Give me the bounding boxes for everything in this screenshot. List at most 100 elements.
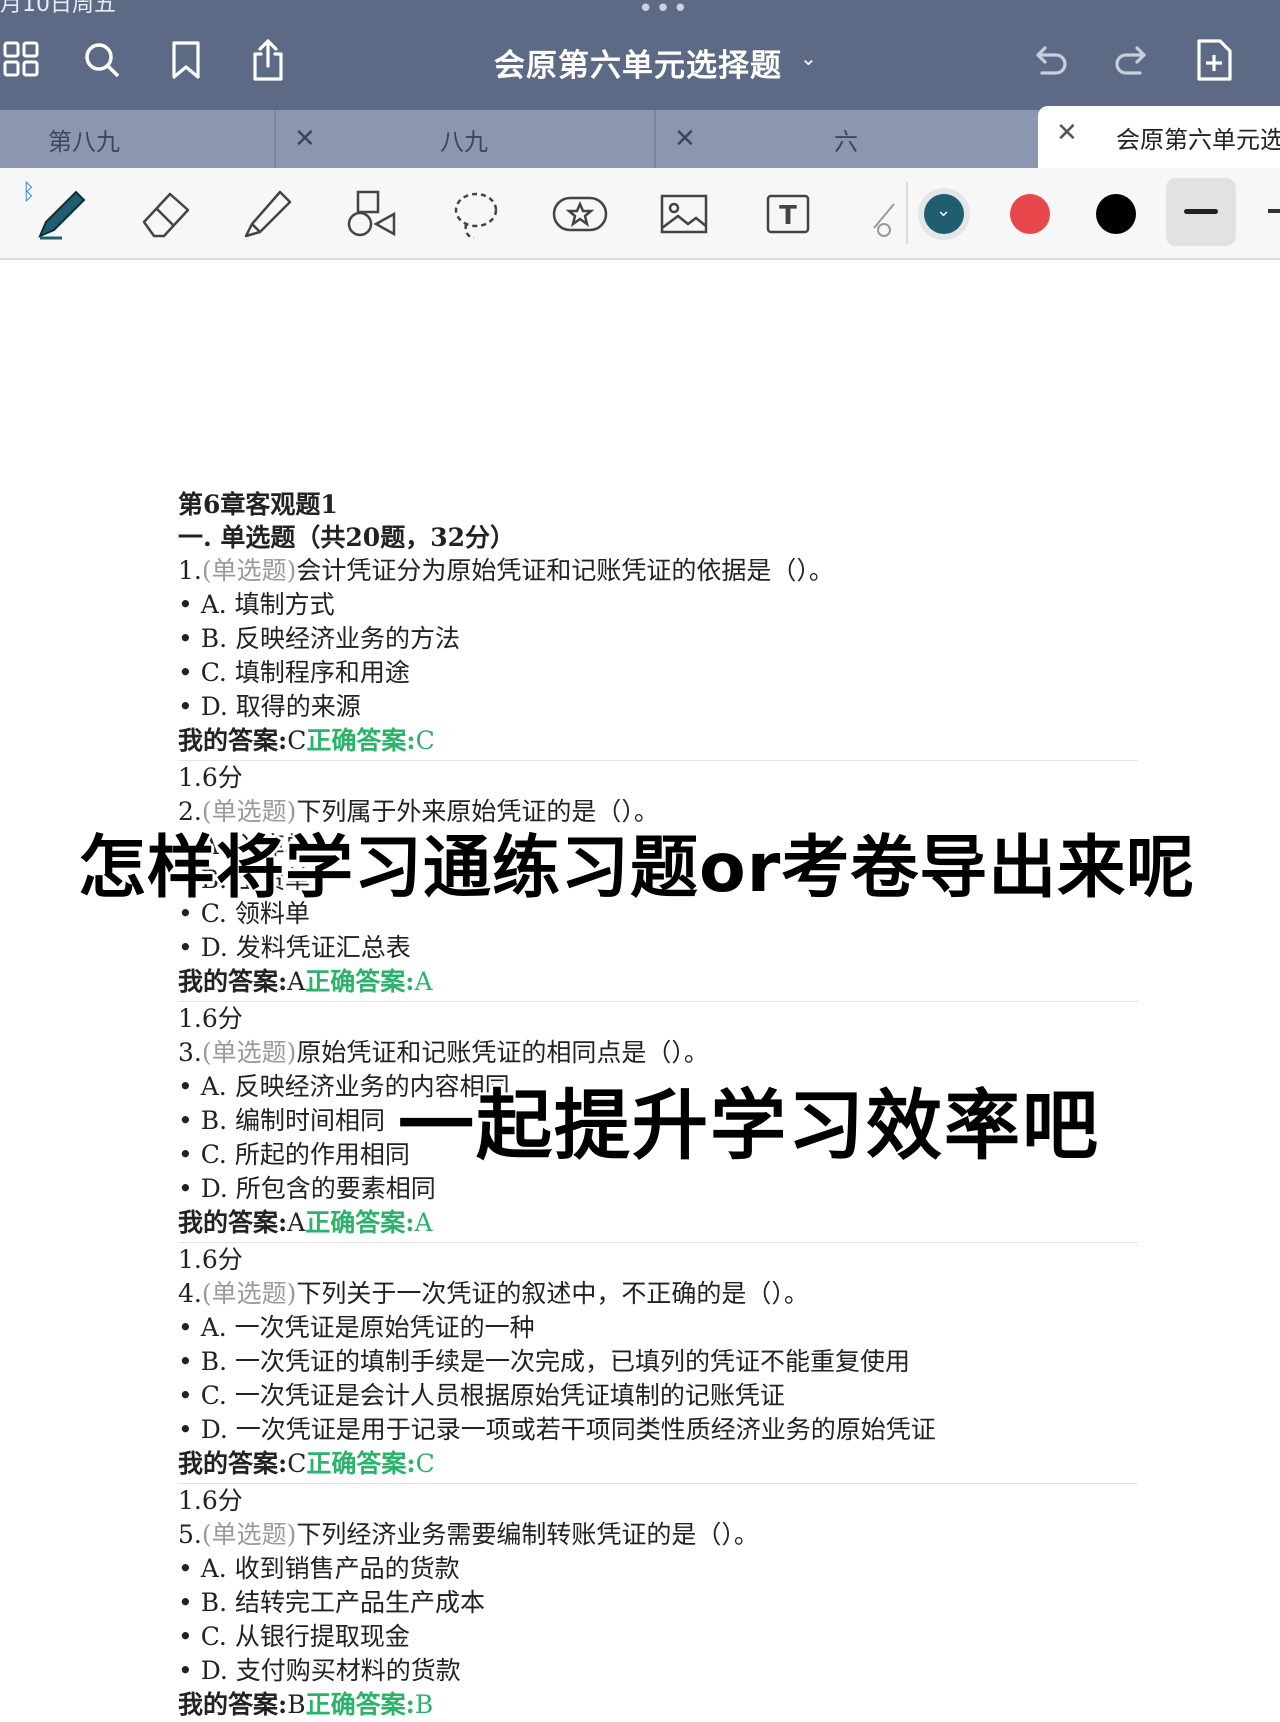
tab-1[interactable]: 第八九 bbox=[48, 110, 120, 168]
tab-2-close-icon[interactable]: ✕ bbox=[294, 124, 316, 154]
option-item: • D. 支付购买材料的货款 bbox=[178, 1656, 461, 1685]
correct-answer-value: C bbox=[415, 1449, 435, 1478]
option-item: • A. 填制方式 bbox=[178, 590, 335, 619]
correct-answer-label: 正确答案: bbox=[305, 1690, 415, 1719]
my-answer-label: 我的答案: bbox=[178, 726, 288, 755]
tab-3[interactable]: 六 bbox=[834, 110, 858, 168]
question-type-tag: (单选题) bbox=[201, 1038, 297, 1067]
overlay-caption-1: 怎样将学习通练习题or考卷导出来呢 bbox=[78, 829, 1196, 908]
question-number: 3. bbox=[178, 1038, 202, 1067]
eraser-icon[interactable] bbox=[136, 184, 196, 244]
correct-answer-value: A bbox=[414, 967, 433, 996]
tab-divider bbox=[274, 110, 276, 168]
answer-row: 我的答案:C正确答案:C bbox=[178, 724, 1138, 758]
question-type-tag: (单选题) bbox=[201, 1520, 297, 1549]
highlighter-icon[interactable] bbox=[238, 184, 298, 244]
sticker-icon[interactable] bbox=[550, 184, 610, 244]
overlay-caption-2: 一起提升学习效率吧 bbox=[398, 1081, 1100, 1170]
tab-4-close-icon[interactable]: ✕ bbox=[1056, 118, 1078, 148]
multitask-dots[interactable]: ••• bbox=[638, 0, 690, 24]
tab-active[interactable]: ✕ 会原第六单元选 bbox=[1038, 106, 1280, 168]
answer-row: 我的答案:B正确答案:B bbox=[178, 1688, 1138, 1722]
question-stem: 1.(单选题)会计凭证分为原始凭证和记账凭证的依据是（）。 bbox=[178, 554, 1138, 588]
redo-icon[interactable] bbox=[1110, 38, 1154, 82]
shapes-icon[interactable] bbox=[342, 184, 402, 244]
pen-icon[interactable] bbox=[32, 184, 92, 244]
correct-answer-label: 正确答案: bbox=[306, 726, 416, 755]
my-answer-value: A bbox=[287, 967, 306, 996]
lasso-icon[interactable] bbox=[446, 184, 506, 244]
answer-row: 我的答案:C正确答案:C bbox=[178, 1447, 1138, 1481]
my-answer-value: B bbox=[287, 1690, 306, 1719]
option-item: • D. 所包含的要素相同 bbox=[178, 1174, 436, 1203]
undo-icon[interactable] bbox=[1028, 38, 1072, 82]
question-score: 1.6分 bbox=[178, 1245, 243, 1274]
question-stem: 4.(单选题)下列关于一次凭证的叙述中，不正确的是（）。 bbox=[178, 1277, 1138, 1311]
drawing-toolbar: ᛒ T ⌄ bbox=[0, 168, 1280, 260]
bookmark-icon[interactable] bbox=[164, 38, 208, 82]
add-page-icon[interactable] bbox=[1192, 38, 1236, 82]
status-date: 月10日周五 bbox=[0, 0, 116, 17]
chapter-title: 第6章客观题1 bbox=[178, 490, 338, 519]
option-item: • D. 一次凭证是用于记录一项或若干项同类性质经济业务的原始凭证 bbox=[178, 1415, 936, 1444]
my-answer-value: C bbox=[287, 1449, 307, 1478]
share-icon[interactable] bbox=[246, 38, 290, 82]
answer-row: 我的答案:A正确答案:A bbox=[178, 965, 1138, 999]
tab-4-label: 会原第六单元选 bbox=[1116, 126, 1280, 154]
question-text: 下列关于一次凭证的叙述中，不正确的是（）。 bbox=[296, 1279, 809, 1308]
answer-row: 我的答案:A正确答案:A bbox=[178, 1206, 1138, 1240]
option-item: • B. 结转完工产品生产成本 bbox=[178, 1588, 485, 1617]
my-answer-value: C bbox=[287, 726, 307, 755]
top-nav-bar: 月10日周五 ••• 会原第六单元选择题 ⌄ bbox=[0, 0, 1280, 110]
my-answer-label: 我的答案: bbox=[178, 967, 288, 996]
question-type-tag: (单选题) bbox=[201, 1279, 297, 1308]
question-text: 下列经济业务需要编制转账凭证的是（）。 bbox=[296, 1520, 759, 1549]
color-swatch-red[interactable] bbox=[1010, 194, 1050, 234]
section-title: 一. 单选题（共20题，32分） bbox=[178, 523, 515, 552]
my-answer-value: A bbox=[287, 1208, 306, 1237]
toolbar-divider bbox=[906, 182, 908, 244]
text-icon[interactable]: T bbox=[758, 184, 818, 244]
my-answer-label: 我的答案: bbox=[178, 1690, 288, 1719]
correct-answer-label: 正确答案: bbox=[306, 1449, 416, 1478]
tab-divider bbox=[654, 110, 656, 168]
option-item: • C. 一次凭证是会计人员根据原始凭证填制的记账凭证 bbox=[178, 1381, 785, 1410]
question-number: 1. bbox=[178, 556, 202, 585]
question-text: 会计凭证分为原始凭证和记账凭证的依据是（）。 bbox=[296, 556, 834, 585]
tab-3-close-icon[interactable]: ✕ bbox=[674, 124, 696, 154]
chevron-down-icon: ⌄ bbox=[936, 200, 952, 221]
question-text: 原始凭证和记账凭证的相同点是（）。 bbox=[296, 1038, 709, 1067]
correct-answer-value: B bbox=[414, 1690, 434, 1719]
correct-answer-value: A bbox=[414, 1208, 433, 1237]
option-item: • C. 填制程序和用途 bbox=[178, 658, 410, 687]
option-item: • A. 收到销售产品的货款 bbox=[178, 1554, 460, 1583]
document-title[interactable]: 会原第六单元选择题 bbox=[494, 40, 782, 85]
my-answer-label: 我的答案: bbox=[178, 1208, 288, 1237]
question-stem: 5.(单选题)下列经济业务需要编制转账凭证的是（）。 bbox=[178, 1518, 1138, 1552]
question-score: 1.6分 bbox=[178, 1004, 243, 1033]
correct-answer-label: 正确答案: bbox=[305, 967, 415, 996]
stroke-width-thick[interactable] bbox=[1166, 178, 1236, 246]
question-score: 1.6分 bbox=[178, 1486, 243, 1515]
svg-text:T: T bbox=[779, 201, 797, 231]
stroke-width-thin[interactable] bbox=[1268, 209, 1280, 213]
color-swatch-teal[interactable]: ⌄ bbox=[924, 194, 964, 234]
question-type-tag: (单选题) bbox=[201, 556, 297, 585]
option-item: • C. 从银行提取现金 bbox=[178, 1622, 410, 1651]
option-item: • D. 发料凭证汇总表 bbox=[178, 933, 411, 962]
option-item: • D. 取得的来源 bbox=[178, 692, 361, 721]
question-number: 4. bbox=[178, 1279, 202, 1308]
color-swatch-black[interactable] bbox=[1096, 194, 1136, 234]
grid-icon[interactable] bbox=[0, 38, 44, 82]
question-score: 1.6分 bbox=[178, 763, 243, 792]
image-icon[interactable] bbox=[654, 184, 714, 244]
option-item: • B. 一次凭证的填制手续是一次完成，已填列的凭证不能重复使用 bbox=[178, 1347, 910, 1376]
correct-answer-value: C bbox=[415, 726, 435, 755]
my-answer-label: 我的答案: bbox=[178, 1449, 288, 1478]
option-item: • A. 一次凭证是原始凭证的一种 bbox=[178, 1313, 535, 1342]
title-chevron-down-icon[interactable]: ⌄ bbox=[800, 46, 817, 70]
correct-answer-label: 正确答案: bbox=[305, 1208, 415, 1237]
option-item: • B. 反映经济业务的方法 bbox=[178, 624, 460, 653]
tab-2[interactable]: 八九 bbox=[440, 110, 488, 168]
search-icon[interactable] bbox=[80, 38, 124, 82]
